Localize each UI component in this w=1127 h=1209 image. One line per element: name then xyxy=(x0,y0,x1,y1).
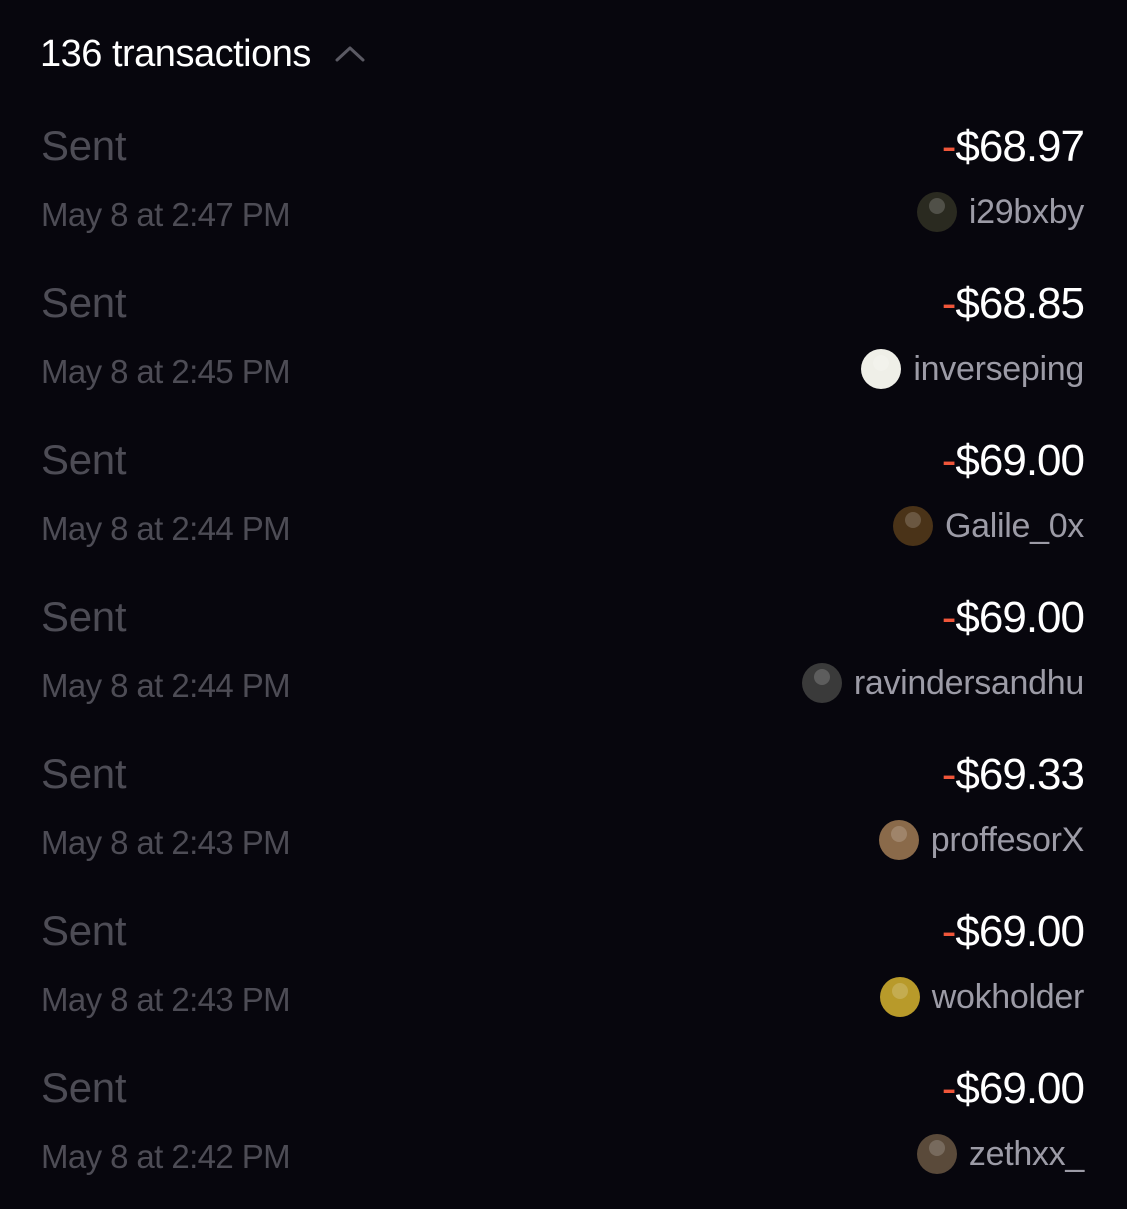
amount-value: $69.00 xyxy=(955,907,1085,956)
transaction-type: Sent xyxy=(41,1064,127,1111)
transaction-type: Sent xyxy=(41,907,127,954)
amount-sign: - xyxy=(941,907,957,956)
transaction-time: May 8 at 2:44 PM xyxy=(41,667,291,704)
recipient-username: proffesorX xyxy=(930,820,1085,859)
transaction-type: Sent xyxy=(41,279,127,326)
transaction-amount: -$68.85 xyxy=(941,279,1085,329)
recipient-link[interactable]: proffesorX xyxy=(878,818,1085,862)
transaction-row[interactable]: Sent May 8 at 2:44 PM -$69.00 ravindersa… xyxy=(0,581,1127,738)
transaction-time: May 8 at 2:43 PM xyxy=(41,824,291,861)
amount-sign: - xyxy=(941,122,957,171)
amount-value: $69.00 xyxy=(955,1064,1085,1113)
transaction-row[interactable]: Sent May 8 at 2:47 PM -$68.97 i29bxby xyxy=(0,110,1127,267)
amount-value: $69.00 xyxy=(955,436,1085,485)
avatar xyxy=(861,349,902,389)
recipient-username: Galile_0x xyxy=(944,506,1084,545)
transaction-list: Sent May 8 at 2:47 PM -$68.97 i29bxby Se… xyxy=(0,110,1127,1209)
amount-sign: - xyxy=(941,593,957,642)
transaction-type: Sent xyxy=(41,436,127,483)
amount-sign: - xyxy=(941,436,957,485)
transaction-type: Sent xyxy=(41,122,127,169)
transaction-time: May 8 at 2:42 PM xyxy=(41,1138,291,1175)
recipient-username: wokholder xyxy=(931,977,1085,1016)
recipient-link[interactable]: wokholder xyxy=(879,975,1085,1019)
transaction-row[interactable]: Sent May 8 at 2:43 PM -$69.33 proffesorX xyxy=(0,738,1127,895)
transaction-amount: -$68.97 xyxy=(941,122,1085,172)
recipient-username: i29bxby xyxy=(968,192,1084,231)
amount-value: $69.00 xyxy=(955,593,1085,642)
avatar xyxy=(916,1134,957,1174)
transaction-amount: -$69.00 xyxy=(941,907,1085,957)
amount-value: $68.85 xyxy=(955,279,1085,328)
transactions-count-title: 136 transactions xyxy=(40,32,311,75)
amount-sign: - xyxy=(941,279,957,328)
transaction-row[interactable]: Sent May 8 at 2:45 PM -$68.85 inversepin… xyxy=(0,267,1127,424)
transaction-time: May 8 at 2:45 PM xyxy=(41,353,291,390)
transaction-type: Sent xyxy=(41,593,127,640)
transaction-time: May 8 at 2:47 PM xyxy=(41,196,291,233)
recipient-username: inverseping xyxy=(913,349,1084,388)
transaction-row[interactable]: Sent May 8 at 2:43 PM -$69.00 wokholder xyxy=(0,895,1127,1052)
chevron-up-icon[interactable] xyxy=(333,44,367,64)
transaction-amount: -$69.00 xyxy=(941,436,1085,486)
avatar xyxy=(878,820,919,860)
amount-sign: - xyxy=(941,1064,957,1113)
transaction-amount: -$69.33 xyxy=(941,750,1085,800)
amount-value: $69.33 xyxy=(955,750,1085,799)
transaction-type: Sent xyxy=(41,750,127,797)
amount-sign: - xyxy=(941,750,957,799)
amount-value: $68.97 xyxy=(955,122,1085,171)
recipient-username: ravindersandhu xyxy=(853,663,1084,702)
transaction-time: May 8 at 2:43 PM xyxy=(41,981,291,1018)
recipient-link[interactable]: ravindersandhu xyxy=(801,661,1084,705)
recipient-username: zethxx_ xyxy=(968,1134,1084,1173)
avatar xyxy=(916,192,957,232)
avatar xyxy=(892,506,933,546)
avatar xyxy=(801,663,842,703)
recipient-link[interactable]: inverseping xyxy=(861,347,1084,391)
recipient-link[interactable]: Galile_0x xyxy=(892,504,1084,548)
transaction-row[interactable]: Sent May 8 at 2:42 PM -$69.00 zethxx_ xyxy=(0,1052,1127,1209)
recipient-link[interactable]: i29bxby xyxy=(916,190,1084,234)
transaction-amount: -$69.00 xyxy=(941,1064,1085,1114)
transaction-time: May 8 at 2:44 PM xyxy=(41,510,291,547)
transaction-row[interactable]: Sent May 8 at 2:44 PM -$69.00 Galile_0x xyxy=(0,424,1127,581)
transaction-amount: -$69.00 xyxy=(941,593,1085,643)
avatar xyxy=(879,977,920,1017)
transactions-header-toggle[interactable]: 136 transactions xyxy=(40,26,367,82)
recipient-link[interactable]: zethxx_ xyxy=(916,1132,1084,1176)
